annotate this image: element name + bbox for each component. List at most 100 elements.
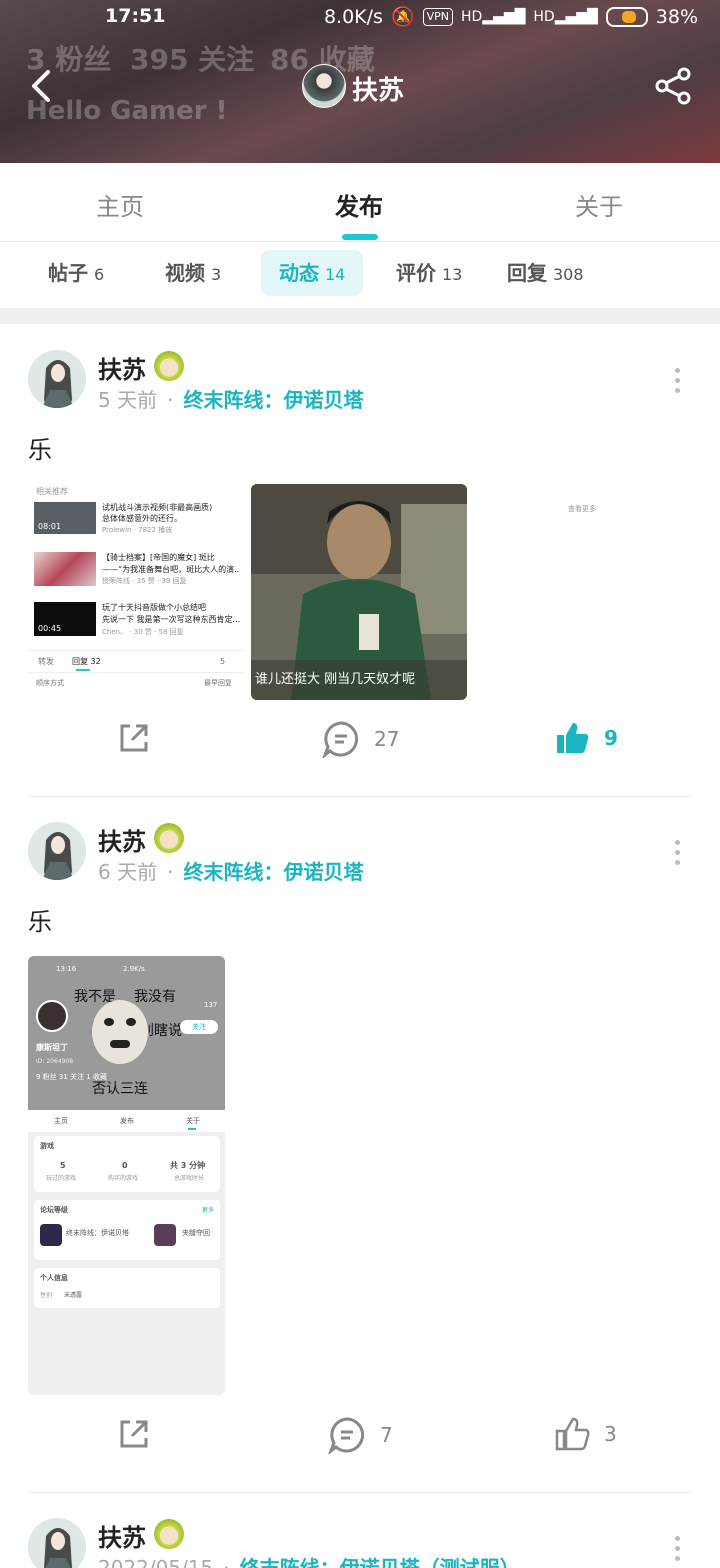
like-count: 9: [604, 726, 618, 750]
status-bar: 17:51 8.0K/s 🔕 VPN HD▂▄▆█ HD▂▄▆█ 38%: [0, 0, 720, 36]
thumbs-up-icon: [555, 1417, 590, 1451]
shot-info-value: 未透露: [64, 1292, 83, 1299]
row-sub: 总体体感意外的还行。: [102, 514, 182, 523]
share-button[interactable]: [116, 1416, 152, 1452]
meme-face: [92, 1000, 148, 1064]
avatar[interactable]: [302, 64, 346, 108]
subtab-moments[interactable]: 动态 14: [261, 250, 364, 296]
main-tabs: 主页 发布 关于: [0, 163, 720, 242]
signal-icon-2: HD▂▄▆█: [533, 8, 598, 25]
duration: 00:45: [38, 624, 62, 633]
forward-label: 转发: [38, 657, 54, 666]
row-title: 试机战斗演示视频(非最高画质): [102, 503, 213, 512]
user-badge-icon: [154, 1519, 184, 1549]
shot-info-label: 性别: [40, 1292, 53, 1299]
share-out-icon: [120, 1420, 148, 1448]
avatar[interactable]: [28, 1518, 86, 1568]
post-image-4[interactable]: 13:16 2.9K/s 我不是 我没有 别瞎说 否认三连 康斯坦丁 ID: 2…: [28, 956, 225, 1395]
signal-icon: HD▂▄▆█: [461, 8, 526, 25]
post-text: 乐: [28, 436, 52, 464]
comment-count: 27: [374, 727, 400, 751]
thumb: 00:45: [34, 602, 96, 636]
subtab-reviews[interactable]: 评价 13: [378, 250, 480, 296]
post-image-1[interactable]: 相关推荐 08:01 试机战斗演示视频(非最高画质) 总体体感意外的还行。 Pr…: [28, 484, 244, 700]
sub-tabs: 帖子 6 视频 3 动态 14 评价 13 回复 308: [0, 242, 720, 308]
stat-value: 0: [122, 1161, 128, 1170]
row-meta: 授荣阵线 · 35 赞 · 39 回复: [102, 577, 187, 585]
tab-publish[interactable]: 发布: [335, 187, 383, 222]
shot-section-title: 游戏: [40, 1142, 54, 1150]
sort-option: 最早回复: [204, 679, 232, 687]
net-speed: 8.0K/s: [323, 5, 383, 28]
more-options-button[interactable]: [675, 1536, 683, 1562]
battery-icon: [605, 6, 648, 27]
row-sub: ——“为我准备舞台吧，斑比大人的演...: [102, 565, 240, 574]
shot-tab: 发布: [120, 1117, 134, 1125]
comment-count: 7: [380, 1423, 393, 1447]
shot-like-count: 137: [204, 1001, 218, 1009]
share-button[interactable]: [116, 720, 152, 756]
back-button[interactable]: [24, 64, 64, 108]
stat-label: 总游戏时长: [174, 1175, 205, 1182]
post-game-link[interactable]: 终末阵线：伊诺贝塔: [183, 860, 363, 884]
post-game-link[interactable]: 终末阵线：伊诺贝塔: [183, 388, 363, 412]
row-title: 【骑士档案】[帝国的魔女] 斑比: [102, 553, 215, 562]
subtab-count: 6: [94, 265, 105, 284]
row-sub: 先说一下 我是第一次写这种东西肯定...: [102, 615, 240, 624]
post-author[interactable]: 扶苏: [98, 822, 146, 857]
post-image-3[interactable]: 查看更多: [474, 484, 690, 700]
shot-tab: 主页: [54, 1117, 68, 1125]
share-out-icon: [120, 724, 148, 752]
subtab-count: 3: [211, 265, 222, 284]
post-author[interactable]: 扶苏: [98, 1518, 146, 1553]
shot-stats: 9 粉丝 31 关注 1 收藏: [36, 1073, 107, 1081]
subtab-label: 视频: [165, 261, 205, 285]
more-options-button[interactable]: [675, 840, 683, 866]
comment-button[interactable]: 7: [328, 1416, 393, 1454]
meme-caption: 谁儿还挺大 刚当几天奴才呢: [255, 672, 416, 687]
share-icon: [655, 67, 691, 105]
sort-label: 顺序方式: [36, 679, 64, 687]
share-button[interactable]: [652, 64, 696, 108]
like-count: 5: [220, 657, 226, 666]
post-meta: 6 天前 · 终末阵线：伊诺贝塔: [98, 856, 363, 885]
tab-home[interactable]: 主页: [96, 187, 144, 222]
subtab-videos[interactable]: 视频 3: [147, 250, 239, 296]
shot-more-link: 更多: [202, 1207, 215, 1214]
status-time: 17:51: [105, 5, 166, 27]
post-time: 5 天前: [98, 388, 158, 412]
post-image-2[interactable]: 谁儿还挺大 刚当几天奴才呢: [251, 484, 467, 700]
avatar[interactable]: [28, 822, 86, 880]
thumb: 08:01: [34, 502, 96, 534]
subtab-replies[interactable]: 回复 308: [489, 250, 602, 296]
stat-value: 共 3 分钟: [170, 1161, 206, 1170]
battery-level: 38%: [655, 5, 698, 28]
post-card[interactable]: 扶苏 6 天前 · 终末阵线：伊诺贝塔 乐 13:16 2.9K/s 我不是 我没有…: [0, 796, 720, 1492]
subtab-label: 回复: [507, 261, 547, 285]
like-button[interactable]: 9: [554, 720, 618, 756]
post-card[interactable]: 扶苏 2022/05/15 · 终末阵线：伊诺贝塔（测试服）: [0, 1492, 720, 1568]
shot-forum-item: 夹缝夺回: [182, 1229, 210, 1237]
post-game-link[interactable]: 终末阵线：伊诺贝塔（测试服）: [240, 1556, 520, 1568]
shot-speed: 2.9K/s: [123, 965, 145, 973]
post-actions: 7 3: [0, 1416, 720, 1476]
shot-forum-item: 终末阵线：伊诺贝塔: [66, 1229, 129, 1237]
post-time: 2022/05/15: [98, 1556, 214, 1568]
avatar[interactable]: [28, 350, 86, 408]
more-options-button[interactable]: [675, 368, 683, 394]
meme-text: 我没有: [134, 989, 176, 1005]
post-card[interactable]: 扶苏 5 天前 · 终末阵线：伊诺贝塔 乐 相关推荐 08:01 试机战斗演示视频(…: [0, 324, 720, 796]
comment-button[interactable]: 27: [322, 720, 399, 758]
tab-about[interactable]: 关于: [575, 187, 623, 222]
shot-uid: ID: 2064908: [36, 1058, 74, 1065]
shot-section-title: 个人信息: [40, 1274, 68, 1282]
mute-icon: 🔕: [390, 6, 415, 28]
subtab-posts[interactable]: 帖子 6: [30, 250, 122, 296]
related-label: 相关推荐: [36, 487, 68, 496]
like-count: 3: [604, 1422, 617, 1446]
post-author[interactable]: 扶苏: [98, 350, 146, 385]
like-button[interactable]: 3: [554, 1416, 617, 1452]
row-meta: Chen、 · 30 赞 · 58 回复: [102, 628, 184, 636]
post-text: 乐: [28, 908, 52, 936]
chevron-left-icon: [32, 70, 50, 102]
